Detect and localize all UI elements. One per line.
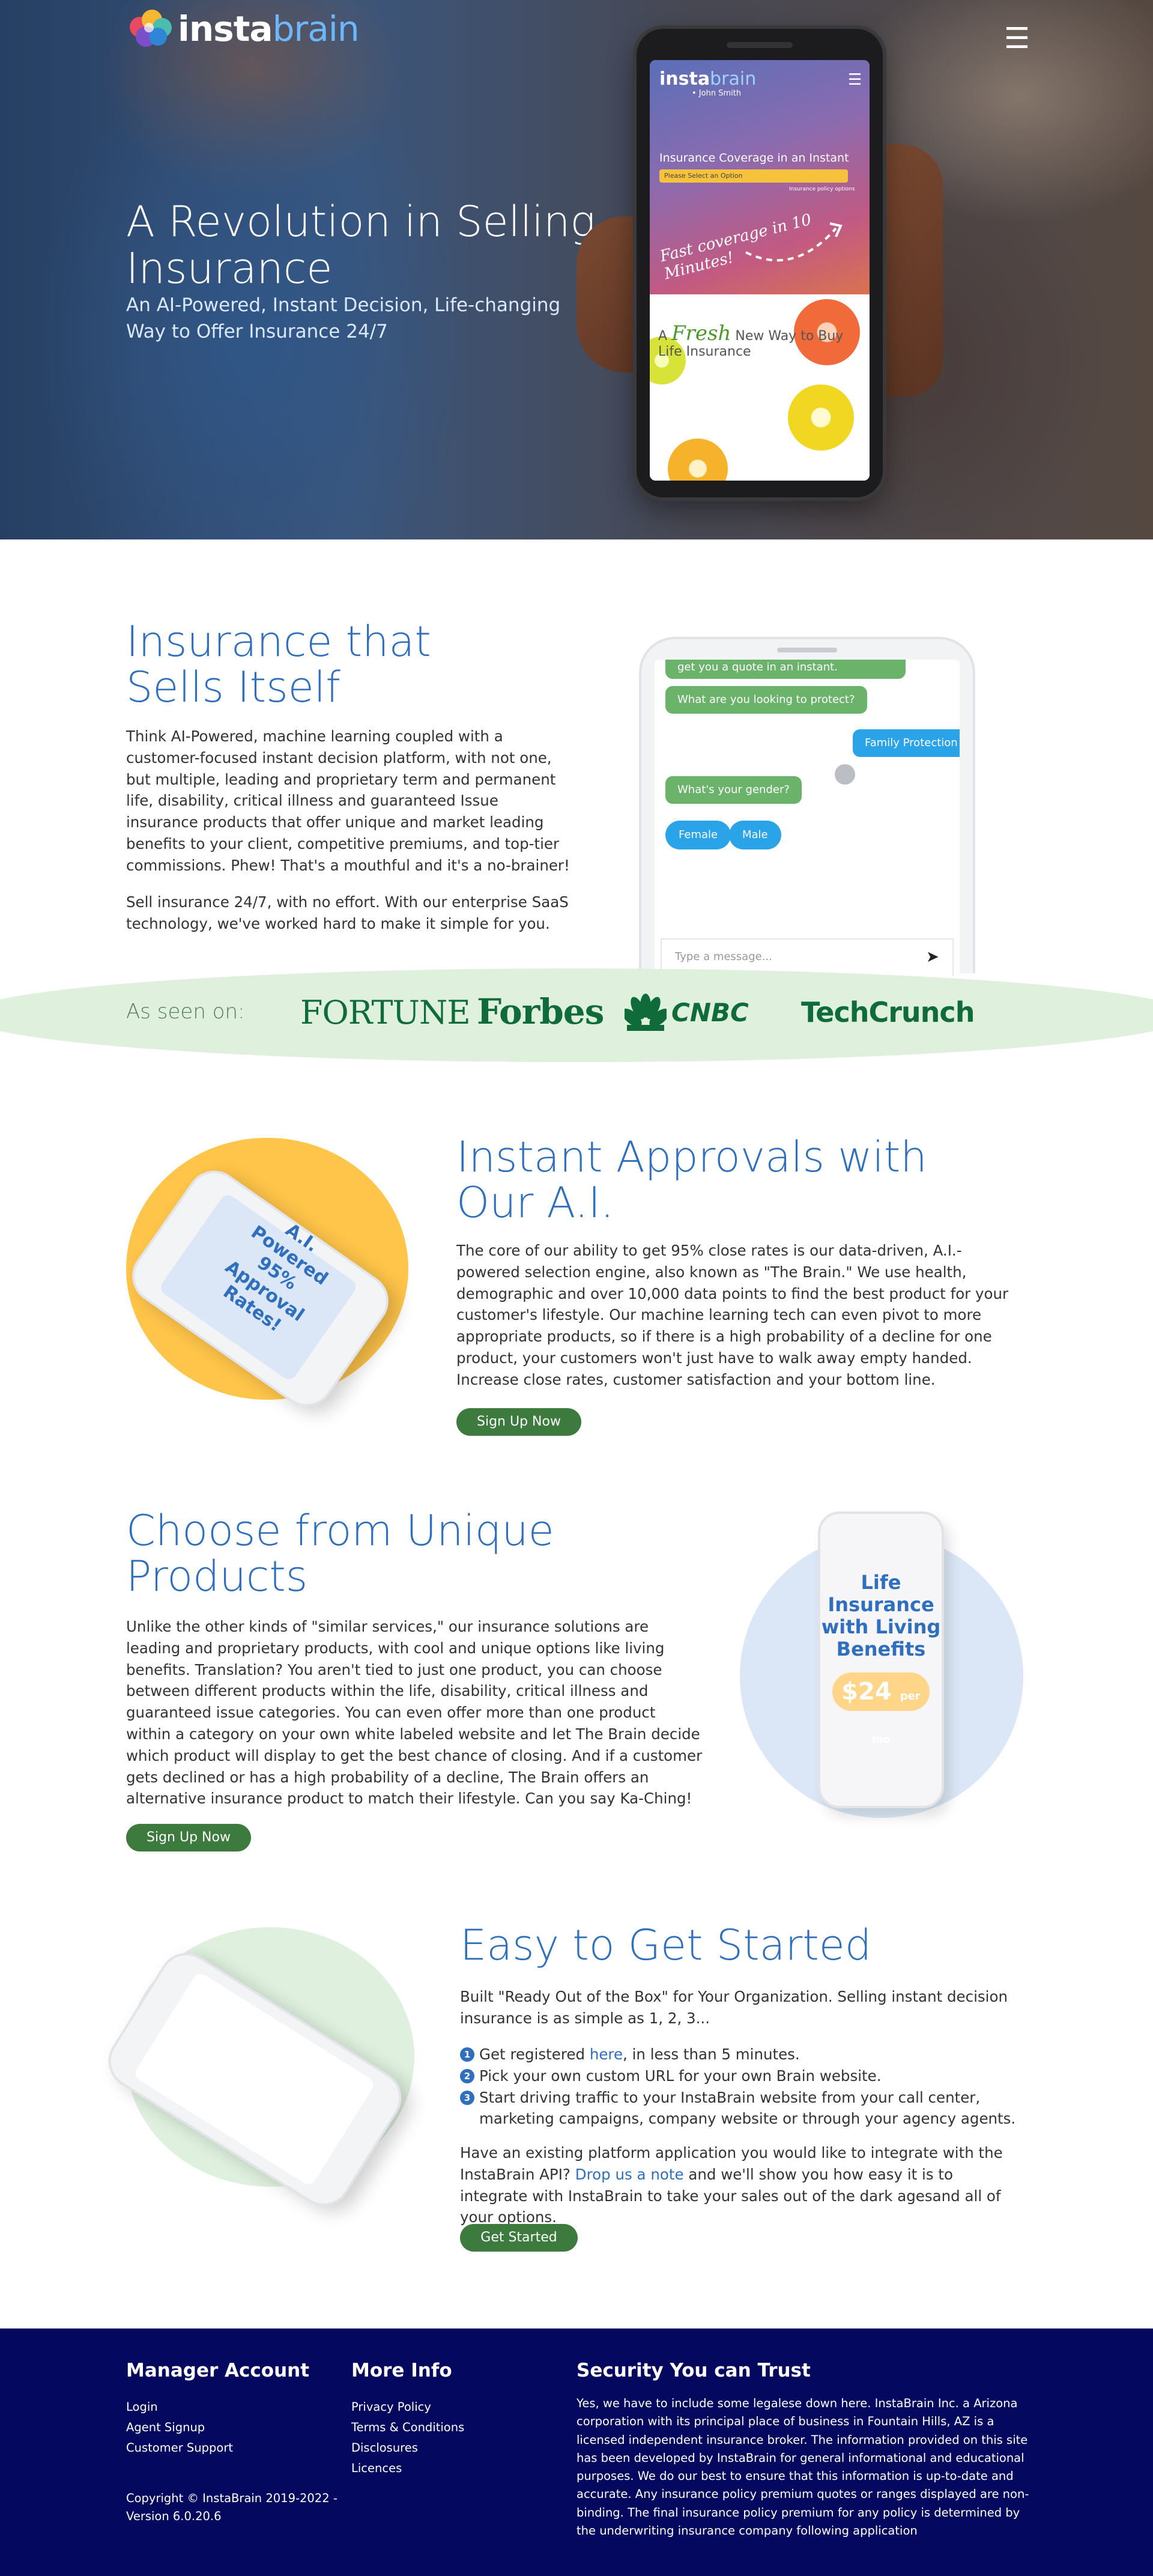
chat-bubble-user-1: Family Protection (853, 729, 960, 757)
logo-brain: brain (272, 8, 360, 49)
as-seen-on-label: As seen on: (126, 1000, 245, 1024)
footer-security-title: Security You can Trust (576, 2360, 811, 2381)
step-number: 2 (460, 2068, 474, 2083)
logo-insta: insta (178, 8, 273, 49)
footer-more-info-title: More Info (351, 2360, 452, 2381)
get-started-button[interactable]: Get Started (460, 2224, 578, 2252)
phone-byline: • John Smith (692, 89, 742, 98)
footer-more-info-links: Privacy Policy Terms & Conditions Disclo… (351, 2397, 464, 2479)
hero-phone-screen: instabrain • John Smith ☰ Insurance Cove… (650, 60, 870, 481)
customer-support-link[interactable]: Customer Support (126, 2438, 233, 2458)
phone-fresh-panel: A Fresh New Way to Buy Life Insurance (650, 294, 870, 481)
option-female-button[interactable]: Female (665, 821, 731, 849)
api-paragraph: Have an existing platform application yo… (460, 2142, 1024, 2228)
chat-input-placeholder: Type a message... (675, 950, 772, 963)
footer-copyright: Copyright © InstaBrain 2019-2022 - Versi… (126, 2491, 337, 2523)
step-text-after: , in less than 5 minutes. (623, 2046, 800, 2063)
phone-logo-brain: brain (710, 68, 757, 90)
step-number: 1 (460, 2047, 474, 2062)
peacock-icon (625, 994, 667, 1031)
sells-itself-paragraph-2: Sell insurance 24/7, with no effort. Wit… (126, 893, 569, 932)
menu-icon[interactable]: ☰ (1004, 24, 1030, 53)
chat-bubble-bot-2: What are you looking to protect? (665, 686, 867, 714)
option-male-button[interactable]: Male (729, 821, 781, 849)
phone-hero-banner: instabrain • John Smith ☰ Insurance Cove… (650, 60, 870, 294)
logo-text: instabrain (178, 8, 360, 49)
fresh-word: Fresh (671, 321, 731, 345)
sells-itself-title: Insurance that Sells Itself (126, 617, 431, 712)
phone-coverage-label: Insurance Coverage in an Instant (659, 151, 849, 165)
swoosh-arrow-icon (745, 222, 843, 262)
login-link[interactable]: Login (126, 2397, 233, 2417)
footer-manager-title: Manager Account (126, 2360, 310, 2381)
phone-select: Please Select an Option (659, 169, 848, 183)
phone-menu-icon: ☰ (848, 71, 862, 89)
hero-subtitle: An AI-Powered, Instant Decision, Life-ch… (126, 294, 561, 342)
site-logo[interactable]: instabrain (126, 8, 360, 49)
hero-phone-mockup: instabrain • John Smith ☰ Insurance Cove… (637, 29, 883, 497)
products-phone-text: Life Insurance with Living Benefits (821, 1571, 941, 1660)
products-paragraph: Unlike the other kinds of "similar servi… (126, 1618, 703, 1808)
approvals-title: Instant Approvals with Our A.I. (456, 1132, 927, 1227)
price-badge: $24 per mo (832, 1672, 930, 1746)
price-amount: $24 (841, 1678, 892, 1706)
step-number: 3 (460, 2090, 474, 2105)
privacy-policy-link[interactable]: Privacy Policy (351, 2397, 464, 2417)
step-1: 1 Get registered here, in less than 5 min… (460, 2044, 1024, 2065)
cnbc-logo: CNBC (625, 994, 749, 1031)
lemon-slice-image (788, 384, 854, 451)
footer-security-text: Yes, we have to include some legalese do… (576, 2396, 1029, 2538)
step-text: Start driving traffic to your InstaBrain… (479, 2088, 1016, 2128)
phone-fresh-heading: A Fresh New Way to Buy Life Insurance (658, 323, 862, 360)
start-intro: Built "Ready Out of the Box" for Your Or… (460, 1988, 1008, 2027)
phone-secure-note: Insurance policy options (789, 186, 855, 192)
phone-speaker (777, 648, 837, 652)
sign-up-button-2[interactable]: Sign Up Now (126, 1824, 251, 1852)
hero-section: instabrain ☰ A Revolution in Selling Ins… (0, 0, 1153, 539)
cnbc-text: CNBC (671, 997, 749, 1027)
forbes-logo: Forbes (477, 991, 604, 1032)
typing-indicator (835, 764, 855, 785)
chat-bubble-bot-3: What's your gender? (665, 776, 802, 804)
products-title: Choose from Unique Products (126, 1506, 554, 1601)
step-3: 3 Start driving traffic to your InstaBrai… (460, 2087, 1024, 2130)
page: instabrain ☰ A Revolution in Selling Ins… (0, 0, 1153, 2576)
fresh-prefix: A (658, 329, 668, 344)
terms-link[interactable]: Terms & Conditions (351, 2417, 464, 2438)
licences-link[interactable]: Licences (351, 2458, 464, 2479)
hero-title: A Revolution in Selling Insurance (126, 197, 596, 293)
products-phone-mockup: Life Insurance with Living Benefits $24 … (818, 1511, 944, 1808)
step-text: Pick your own custom URL for your own Br… (479, 2067, 882, 2085)
sign-up-button[interactable]: Sign Up Now (456, 1408, 581, 1436)
send-icon[interactable]: ➤ (926, 948, 939, 966)
register-here-link[interactable]: here (590, 2046, 623, 2063)
start-steps-list: 1 Get registered here, in less than 5 min… (460, 2044, 1024, 2130)
step-2: 2 Pick your own custom URL for your own B… (460, 2065, 1024, 2087)
techcrunch-logo: TechCrunch (801, 996, 975, 1028)
chat-bubble-bot-1: get you a quote in an instant. (665, 660, 906, 679)
logo-petals-icon (126, 8, 177, 49)
approvals-paragraph: The core of our ability to get 95% close… (456, 1242, 1009, 1388)
sells-itself-paragraph-1: Think AI-Powered, machine learning coupl… (126, 728, 570, 874)
disclosures-link[interactable]: Disclosures (351, 2438, 464, 2458)
phone-logo-insta: insta (659, 68, 710, 90)
phone-logo: instabrain (659, 68, 756, 90)
step-text: Get registered (479, 2046, 590, 2063)
footer-manager-links: Login Agent Signup Customer Support (126, 2397, 233, 2458)
phone-notch (727, 42, 793, 48)
start-title: Easy to Get Started (460, 1921, 872, 1970)
chat-phone-mockup: get you a quote in an instant. What are … (639, 637, 975, 976)
orange-slice-image-2 (668, 439, 728, 481)
agent-signup-link[interactable]: Agent Signup (126, 2417, 233, 2438)
drop-us-a-note-link[interactable]: Drop us a note (575, 2166, 684, 2183)
fortune-logo: FORTUNE (300, 994, 471, 1031)
chat-screen: get you a quote in an instant. What are … (655, 660, 960, 976)
